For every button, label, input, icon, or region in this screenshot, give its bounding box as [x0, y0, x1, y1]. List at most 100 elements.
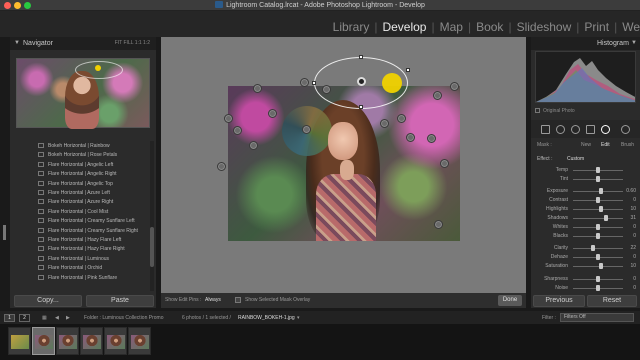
active-edit-pin[interactable]: [357, 77, 366, 86]
back-arrow-icon[interactable]: ◀: [55, 315, 59, 321]
spot-removal-tool-icon[interactable]: [556, 125, 565, 134]
edit-pin[interactable]: [233, 126, 242, 135]
histogram-header[interactable]: Histogram ▼: [531, 37, 640, 50]
slider-value[interactable]: 0: [633, 285, 636, 291]
crop-tool-icon[interactable]: [541, 125, 550, 134]
radial-handle-top[interactable]: [359, 55, 363, 59]
mask-tab-new[interactable]: New: [581, 142, 591, 148]
edit-pin[interactable]: [300, 78, 309, 87]
module-develop[interactable]: Develop: [382, 20, 426, 34]
effect-select[interactable]: Custom: [567, 156, 584, 162]
filmstrip-thumb[interactable]: [80, 327, 103, 355]
current-filename[interactable]: RAINBOW_BOKEH-1.jpg: [238, 315, 295, 321]
edit-pin[interactable]: [406, 133, 415, 142]
photo[interactable]: [228, 86, 460, 241]
slider-value[interactable]: 0: [633, 197, 636, 203]
preset-item[interactable]: Flare Horizontal | Creamy Sunflare Right: [10, 226, 146, 235]
mask-tab-brush[interactable]: Brush: [621, 142, 634, 148]
module-book[interactable]: Book: [476, 20, 503, 34]
edit-pin[interactable]: [322, 85, 331, 94]
filmstrip-thumb[interactable]: [56, 327, 79, 355]
preset-item[interactable]: Flare Horizontal | Pink Sunflare: [10, 273, 146, 282]
preset-item[interactable]: Flare Horizontal | Orchid: [10, 263, 146, 272]
navigator-header[interactable]: ▼ Navigator FIT FILL 1:1 1:2: [10, 37, 156, 50]
radial-handle-bottom[interactable]: [359, 105, 363, 109]
histogram[interactable]: [535, 51, 636, 103]
left-panel-toggle[interactable]: [3, 225, 6, 240]
show-edit-pins-select[interactable]: Always: [205, 297, 221, 303]
slider-knob[interactable]: [598, 206, 603, 212]
mask-overlay-checkbox[interactable]: [235, 297, 241, 303]
slider-value[interactable]: 22: [630, 245, 636, 251]
slider-value[interactable]: 10: [630, 206, 636, 212]
done-button[interactable]: Done: [498, 295, 522, 306]
module-library[interactable]: Library: [333, 20, 370, 34]
graduated-filter-tool-icon[interactable]: [586, 125, 595, 134]
copy-button[interactable]: Copy...: [14, 295, 82, 307]
preset-item[interactable]: Flare Horizontal | Angelic Right: [10, 169, 146, 178]
module-slideshow[interactable]: Slideshow: [517, 20, 572, 34]
preset-item[interactable]: Flare Horizontal | Angelic Left: [10, 160, 146, 169]
filter-select[interactable]: Filters Off: [560, 313, 634, 322]
navigator-zoom-options[interactable]: FIT FILL 1:1 1:2: [115, 40, 150, 46]
slider-knob[interactable]: [596, 176, 600, 182]
slider-value[interactable]: 10: [630, 263, 636, 269]
grid-view-icon[interactable]: ▦: [42, 315, 47, 321]
filename-dropdown-icon[interactable]: ▾: [297, 315, 300, 321]
preset-item[interactable]: Flare Horizontal | Hazy Flare Right: [10, 244, 146, 253]
slider-track[interactable]: [573, 191, 623, 192]
slider-value[interactable]: 0: [633, 254, 636, 260]
preset-item[interactable]: Bokeh Horizontal | Rose Petals: [10, 150, 146, 159]
collapse-triangle-icon[interactable]: ▼: [631, 40, 637, 46]
original-photo-toggle[interactable]: Original Photo: [535, 108, 575, 114]
filmstrip-thumb[interactable]: [128, 327, 151, 355]
preset-item[interactable]: Bokeh Horizontal | Rainbow: [10, 141, 146, 150]
image-canvas[interactable]: [161, 37, 526, 293]
slider-knob[interactable]: [596, 285, 600, 291]
slider-knob[interactable]: [596, 197, 600, 203]
preset-item[interactable]: Flare Horizontal | Luminous: [10, 254, 146, 263]
slider-knob[interactable]: [596, 233, 600, 239]
collapse-triangle-icon[interactable]: ▼: [14, 40, 20, 46]
radial-filter-tool-icon[interactable]: [601, 125, 610, 134]
preset-item[interactable]: Flare Horizontal | Cool Mist: [10, 207, 146, 216]
edit-pin[interactable]: [268, 109, 277, 118]
presets-scroll-thumb[interactable]: [150, 227, 154, 267]
module-print[interactable]: Print: [584, 20, 609, 34]
adjustment-brush-tool-icon[interactable]: [621, 125, 630, 134]
radial-handle-right[interactable]: [406, 68, 410, 72]
filmstrip-thumb[interactable]: [8, 327, 31, 355]
module-we[interactable]: We: [622, 20, 640, 34]
preset-item[interactable]: Flare Horizontal | Azure Right: [10, 197, 146, 206]
slider-track[interactable]: [573, 248, 623, 249]
edit-pin[interactable]: [249, 141, 258, 150]
radial-handle-left[interactable]: [312, 81, 316, 85]
slider-knob[interactable]: [598, 263, 603, 269]
page-1-button[interactable]: 1: [4, 314, 15, 322]
slider-knob[interactable]: [603, 215, 608, 221]
edit-pin[interactable]: [380, 119, 389, 128]
edit-pin[interactable]: [450, 82, 459, 91]
slider-value[interactable]: 0: [633, 233, 636, 239]
filmstrip-thumb-selected[interactable]: [32, 327, 55, 355]
red-eye-tool-icon[interactable]: [571, 125, 580, 134]
module-map[interactable]: Map: [440, 20, 463, 34]
edit-pin[interactable]: [253, 84, 262, 93]
previous-button[interactable]: Previous: [533, 295, 585, 307]
slider-value[interactable]: 0: [633, 224, 636, 230]
slider-knob[interactable]: [596, 276, 600, 282]
edit-pin[interactable]: [434, 220, 443, 229]
preset-item[interactable]: Flare Horizontal | Creamy Sunflare Left: [10, 216, 146, 225]
edit-pin[interactable]: [433, 91, 442, 100]
edit-pin[interactable]: [397, 114, 406, 123]
slider-knob[interactable]: [599, 188, 603, 194]
slider-value[interactable]: 0: [633, 276, 636, 282]
slider-knob[interactable]: [590, 245, 595, 251]
reset-button[interactable]: Reset: [587, 295, 637, 307]
edit-pin[interactable]: [217, 162, 226, 171]
slider-value[interactable]: 31: [630, 215, 636, 221]
slider-knob[interactable]: [596, 167, 600, 173]
slider-value[interactable]: 0.60: [626, 188, 636, 194]
mask-tab-edit[interactable]: Edit: [601, 142, 610, 148]
slider-track[interactable]: [573, 218, 623, 219]
